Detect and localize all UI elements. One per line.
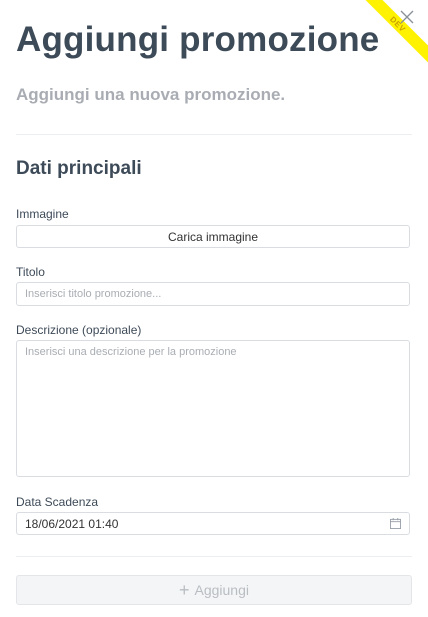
close-icon[interactable]	[400, 10, 414, 24]
description-textarea[interactable]: Inserisci una descrizione per la promozi…	[16, 340, 410, 477]
section-title: Dati principali	[16, 158, 142, 179]
page-title: Aggiungi promozione	[16, 20, 380, 59]
date-label: Data Scadenza	[16, 495, 99, 509]
expiry-date-input[interactable]: 18/06/2021 01:40	[16, 512, 410, 535]
footer-divider	[16, 556, 412, 557]
add-button[interactable]: + Aggiungi	[16, 575, 412, 605]
title-input[interactable]: Inserisci titolo promozione...	[16, 282, 410, 306]
plus-icon: +	[178, 580, 190, 600]
upload-image-button[interactable]: Carica immagine	[16, 225, 410, 248]
calendar-icon[interactable]	[390, 518, 401, 529]
header-divider	[16, 134, 412, 135]
image-label: Immagine	[16, 207, 69, 221]
description-label: Descrizione (opzionale)	[16, 323, 142, 337]
add-button-label: Aggiungi	[194, 582, 250, 598]
page-subtitle: Aggiungi una nuova promozione.	[16, 85, 286, 104]
date-value: 18/06/2021 01:40	[25, 516, 119, 531]
promotion-panel: DEV Aggiungi promozione Aggiungi una nuo…	[0, 0, 428, 617]
title-label: Titolo	[16, 265, 45, 279]
